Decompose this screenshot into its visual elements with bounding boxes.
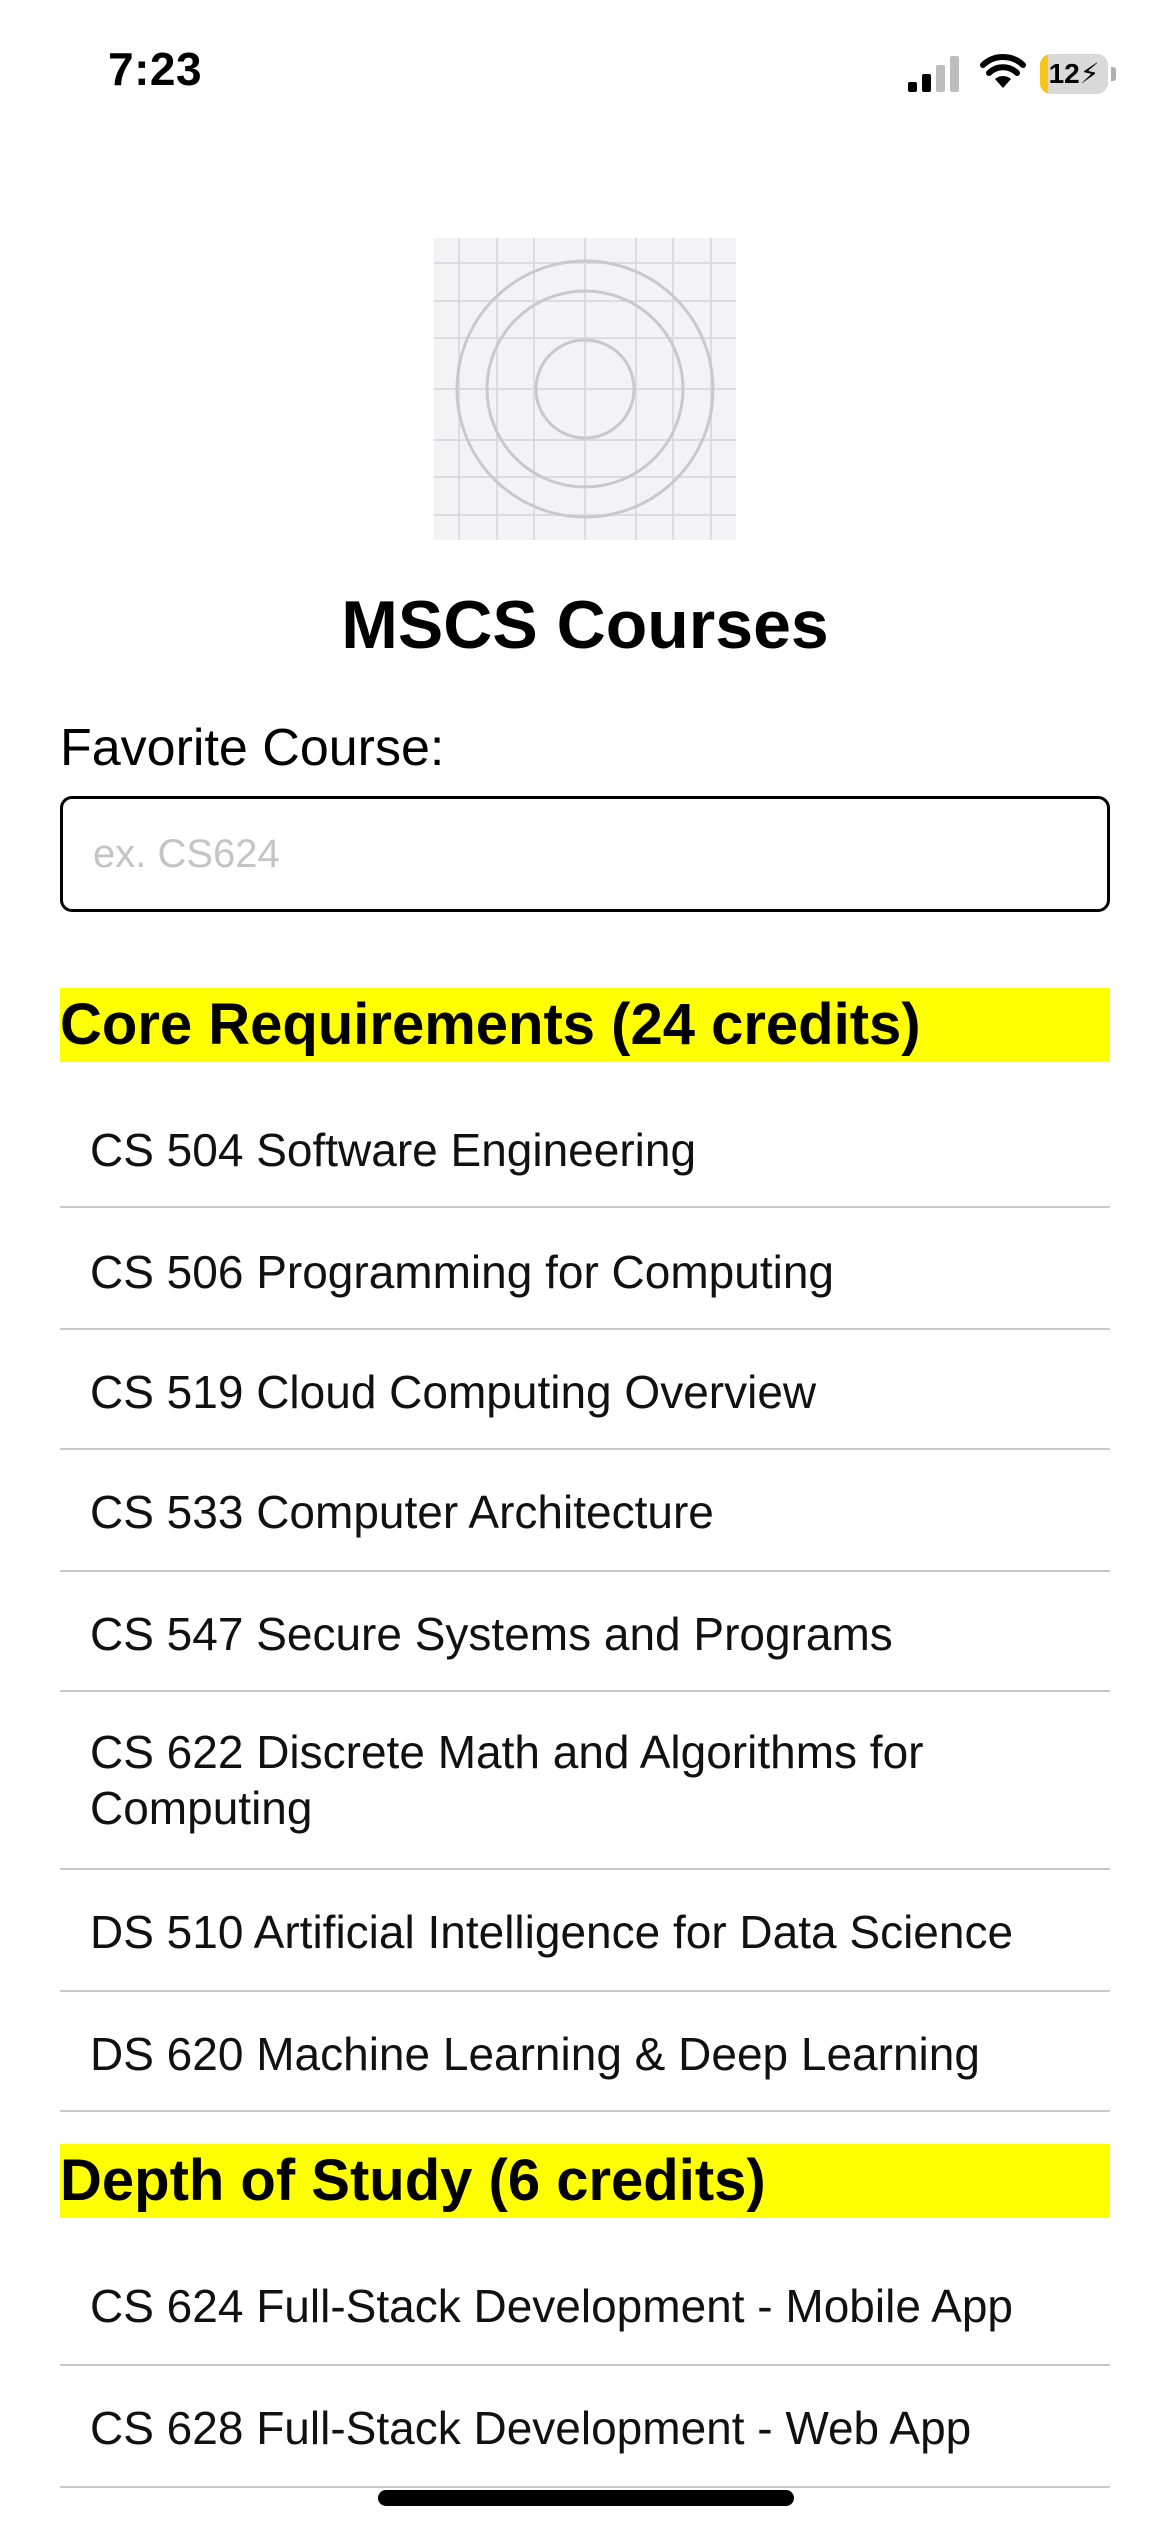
page-title: MSCS Courses [341, 587, 829, 663]
home-indicator[interactable] [378, 2490, 794, 2506]
battery-level: 12⚡ [1048, 58, 1100, 89]
app-logo-placeholder [434, 238, 736, 540]
favorite-course-input[interactable] [60, 796, 1110, 912]
list-item[interactable]: CS 624 Full-Stack Development - Mobile A… [60, 2246, 1110, 2366]
course-title: CS 622 Discrete Math and Algorithms for … [90, 1726, 924, 1834]
course-title: DS 510 Artificial Intelligence for Data … [90, 1906, 1014, 1958]
app-icon-placeholder [434, 238, 736, 540]
course-title: CS 519 Cloud Computing Overview [90, 1366, 817, 1418]
section-header-depth-of-study: Depth of Study (6 credits) [60, 2144, 1110, 2218]
battery-charging-icon: 12⚡ [1040, 54, 1118, 94]
list-item[interactable]: CS 547 Secure Systems and Programs [60, 1572, 1110, 1692]
list-item[interactable]: CS 519 Cloud Computing Overview [60, 1330, 1110, 1450]
list-item[interactable]: CS 504 Software Engineering [60, 1086, 1110, 1208]
wifi-icon [980, 54, 1026, 88]
cellular-signal-icon [908, 56, 959, 92]
course-title: CS 506 Programming for Computing [90, 1246, 834, 1298]
status-time: 7:23 [108, 43, 203, 95]
list-item[interactable]: CS 533 Computer Architecture [60, 1450, 1110, 1572]
list-item[interactable]: CS 622 Discrete Math and Algorithms for … [60, 1692, 1110, 1870]
course-title: CS 547 Secure Systems and Programs [90, 1608, 893, 1660]
list-item[interactable]: DS 510 Artificial Intelligence for Data … [60, 1870, 1110, 1992]
course-title: CS 504 Software Engineering [90, 1124, 697, 1176]
list-item[interactable]: DS 620 Machine Learning & Deep Learning [60, 1992, 1110, 2112]
status-bar: 7:23 12⚡ [0, 0, 1170, 150]
course-title: CS 533 Computer Architecture [90, 1486, 714, 1538]
course-title: CS 624 Full-Stack Development - Mobile A… [90, 2280, 1013, 2332]
section-header-core-requirements: Core Requirements (24 credits) [60, 988, 1110, 1062]
list-item[interactable]: CS 628 Full-Stack Development - Web App [60, 2366, 1110, 2488]
list-item[interactable]: CS 506 Programming for Computing [60, 1208, 1110, 1330]
course-title: CS 628 Full-Stack Development - Web App [90, 2402, 972, 2454]
favorite-course-label: Favorite Course: [60, 719, 445, 777]
course-title: DS 620 Machine Learning & Deep Learning [90, 2028, 980, 2080]
